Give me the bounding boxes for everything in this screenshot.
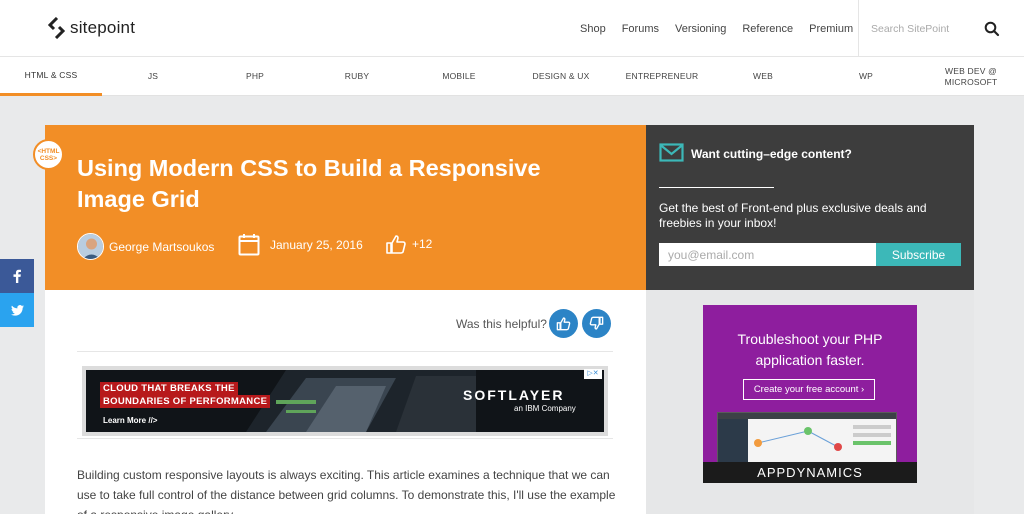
category-web[interactable]: WEB bbox=[712, 57, 814, 96]
divider bbox=[77, 351, 613, 352]
sidebar-ad-button[interactable]: Create your free account › bbox=[743, 379, 875, 400]
publish-date: January 25, 2016 bbox=[270, 237, 363, 252]
thumbs-up-icon[interactable] bbox=[385, 233, 407, 255]
facebook-share-button[interactable] bbox=[0, 259, 34, 293]
helpful-no-button[interactable] bbox=[582, 309, 611, 338]
subscribe-button[interactable]: Subscribe bbox=[876, 243, 961, 266]
search-box bbox=[858, 0, 1024, 57]
sidebar-ad-brand: APPDYNAMICS bbox=[703, 462, 917, 483]
ad-headline-2: BOUNDARIES OF PERFORMANCE bbox=[100, 395, 271, 408]
logo-text: sitepoint bbox=[70, 18, 136, 37]
twitter-icon bbox=[10, 304, 24, 316]
helpful-label: Was this helpful? bbox=[456, 317, 547, 331]
nav-reference[interactable]: Reference bbox=[742, 23, 793, 35]
thumbs-up-icon bbox=[556, 317, 571, 331]
email-field[interactable] bbox=[659, 243, 876, 266]
like-count: +12 bbox=[412, 237, 433, 251]
nav-shop[interactable]: Shop bbox=[580, 23, 606, 35]
nav-premium[interactable]: Premium bbox=[809, 23, 853, 35]
search-input[interactable] bbox=[871, 22, 981, 35]
nav-forums[interactable]: Forums bbox=[622, 23, 659, 35]
ad-learn-more: Learn More //> bbox=[103, 416, 158, 425]
category-web-dev-microsoft[interactable]: WEB DEV @ MICROSOFT bbox=[928, 57, 1014, 96]
category-entrepreneur[interactable]: ENTREPRENEUR bbox=[612, 57, 712, 96]
author-meta[interactable]: George Martsoukos bbox=[77, 233, 214, 260]
category-ruby[interactable]: RUBY bbox=[306, 57, 408, 96]
thumbs-down-icon bbox=[589, 316, 604, 330]
logo-icon bbox=[48, 17, 65, 39]
top-nav: Shop Forums Versioning Reference Premium bbox=[580, 0, 869, 57]
category-html-css[interactable]: HTML & CSS bbox=[0, 57, 102, 96]
sidebar-ad-button-label: Create your free account bbox=[753, 384, 859, 395]
sidebar-ad-screenshot bbox=[717, 412, 897, 464]
ad-brand-sub: an IBM Company bbox=[514, 404, 576, 413]
ad-headline-1: CLOUD THAT BREAKS THE bbox=[100, 382, 238, 395]
banner-ad-image: CLOUD THAT BREAKS THE BOUNDARIES OF PERF… bbox=[86, 370, 604, 432]
date-meta: January 25, 2016 bbox=[238, 233, 363, 256]
mail-icon bbox=[659, 143, 684, 162]
logo[interactable]: sitepoint bbox=[48, 17, 135, 39]
page-title: Using Modern CSS to Build a Responsive I… bbox=[77, 155, 541, 212]
site-header: sitepoint Shop Forums Versioning Referen… bbox=[0, 0, 1024, 57]
subscribe-panel: Want cutting–edge content? Get the best … bbox=[646, 125, 974, 290]
banner-ad[interactable]: CLOUD THAT BREAKS THE BOUNDARIES OF PERF… bbox=[82, 366, 608, 436]
calendar-icon bbox=[238, 234, 260, 256]
nav-versioning[interactable]: Versioning bbox=[675, 23, 726, 35]
subscribe-text: Get the best of Front-end plus exclusive… bbox=[659, 201, 927, 230]
category-design-ux[interactable]: DESIGN & UX bbox=[510, 57, 612, 96]
like-meta[interactable]: +12 bbox=[385, 233, 432, 255]
sidebar-ad[interactable]: Troubleshoot your PHP application faster… bbox=[703, 305, 917, 483]
article-paragraph: Building custom responsive layouts is al… bbox=[77, 468, 616, 514]
category-nav: HTML & CSS JS PHP RUBY MOBILE DESIGN & U… bbox=[0, 57, 1024, 96]
article-body: Was this helpful? CLOUD THAT BREAKS THE … bbox=[45, 290, 646, 514]
category-mobile[interactable]: MOBILE bbox=[408, 57, 510, 96]
author-name[interactable]: George Martsoukos bbox=[109, 240, 214, 254]
divider bbox=[659, 187, 774, 188]
category-badge[interactable]: <HTML CSS> bbox=[33, 139, 64, 170]
page-edge bbox=[1012, 96, 1024, 514]
divider bbox=[77, 438, 613, 439]
helpful-yes-button[interactable] bbox=[549, 309, 578, 338]
subscribe-title: Want cutting–edge content? bbox=[691, 147, 852, 161]
avatar bbox=[77, 233, 104, 260]
facebook-icon bbox=[13, 269, 21, 283]
twitter-share-button[interactable] bbox=[0, 293, 34, 327]
server-graphic bbox=[246, 370, 476, 432]
article-hero: <HTML CSS> Using Modern CSS to Build a R… bbox=[33, 125, 646, 290]
category-php[interactable]: PHP bbox=[204, 57, 306, 96]
ad-choices-icon[interactable]: ▷✕ bbox=[584, 369, 602, 379]
search-icon[interactable] bbox=[983, 20, 1001, 38]
sidebar-ad-title: Troubleshoot your PHP application faster… bbox=[737, 331, 883, 368]
ad-brand: SOFTLAYER bbox=[463, 387, 565, 403]
category-js[interactable]: JS bbox=[102, 57, 204, 96]
category-wp[interactable]: WP bbox=[814, 57, 918, 96]
